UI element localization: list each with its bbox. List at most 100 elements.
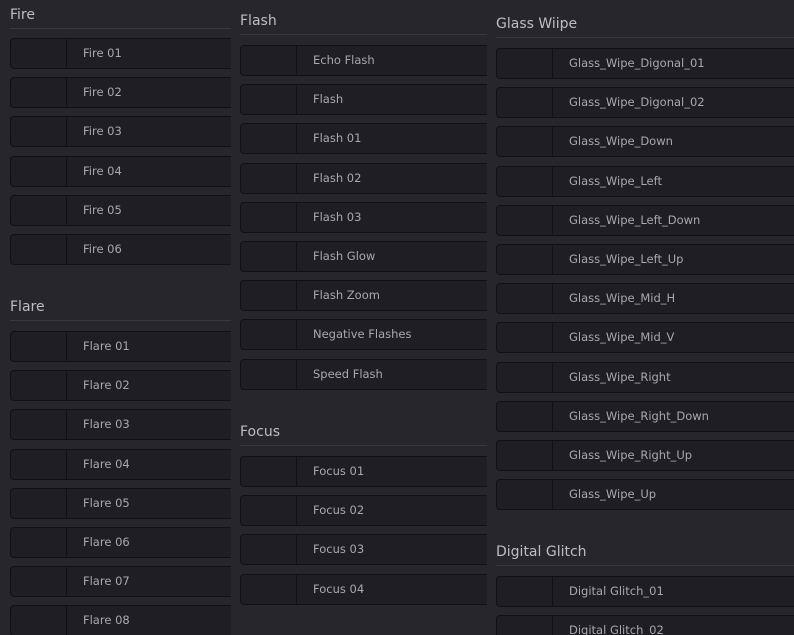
effect-item-focus-04[interactable]: Focus 04 xyxy=(240,574,487,605)
effect-thumbnail xyxy=(497,245,553,274)
effect-label: Fire 03 xyxy=(83,124,122,138)
effect-label: Flare 06 xyxy=(83,535,130,549)
effect-label: Glass_Wipe_Right xyxy=(569,370,671,384)
effect-label: Echo Flash xyxy=(313,53,375,67)
effect-label: Flare 04 xyxy=(83,457,130,471)
effect-thumbnail xyxy=(11,410,67,439)
effect-item-glass-wipe-digonal-02[interactable]: Glass_Wipe_Digonal_02 xyxy=(496,87,794,118)
effect-item-flare-05[interactable]: Flare 05 xyxy=(10,488,231,519)
effect-thumbnail xyxy=(11,196,67,225)
effect-item-fire-01[interactable]: Fire 01 xyxy=(10,38,231,69)
effect-item-speed-flash[interactable]: Speed Flash xyxy=(240,359,487,390)
effect-label: Focus 04 xyxy=(313,582,365,596)
effect-item-glass-wipe-right-down[interactable]: Glass_Wipe_Right_Down xyxy=(496,401,794,432)
effect-item-glass-wipe-mid-v[interactable]: Glass_Wipe_Mid_V xyxy=(496,322,794,353)
effect-item-flare-07[interactable]: Flare 07 xyxy=(10,566,231,597)
effect-thumbnail xyxy=(497,323,553,352)
effect-thumbnail xyxy=(11,371,67,400)
effect-thumbnail xyxy=(11,567,67,596)
section-divider xyxy=(10,28,231,29)
effect-label: Flare 08 xyxy=(83,613,130,627)
effect-item-flare-08[interactable]: Flare 08 xyxy=(10,605,231,635)
effect-item-glass-wipe-right-up[interactable]: Glass_Wipe_Right_Up xyxy=(496,440,794,471)
effect-thumbnail xyxy=(497,206,553,235)
effect-item-flare-01[interactable]: Flare 01 xyxy=(10,331,231,362)
effect-thumbnail xyxy=(11,489,67,518)
effect-item-glass-wipe-left[interactable]: Glass_Wipe_Left xyxy=(496,166,794,197)
effect-label: Focus 02 xyxy=(313,503,365,517)
effect-label: Digital Glitch_02 xyxy=(569,623,664,635)
effect-thumbnail xyxy=(11,117,67,146)
effect-thumbnail xyxy=(241,457,297,486)
section-title-fire: Fire xyxy=(10,7,35,23)
effect-item-flare-06[interactable]: Flare 06 xyxy=(10,527,231,558)
effect-item-glass-wipe-up[interactable]: Glass_Wipe_Up xyxy=(496,479,794,510)
effect-label: Flash Zoom xyxy=(313,288,380,302)
effect-item-fire-05[interactable]: Fire 05 xyxy=(10,195,231,226)
effect-label: Focus 03 xyxy=(313,542,365,556)
effect-item-echo-flash[interactable]: Echo Flash xyxy=(240,45,487,76)
effect-item-flare-03[interactable]: Flare 03 xyxy=(10,409,231,440)
effect-item-focus-01[interactable]: Focus 01 xyxy=(240,456,487,487)
effect-thumbnail xyxy=(11,78,67,107)
effect-thumbnail xyxy=(11,528,67,557)
effect-item-flash-zoom[interactable]: Flash Zoom xyxy=(240,280,487,311)
effect-thumbnail xyxy=(11,157,67,186)
effect-item-flash-glow[interactable]: Flash Glow xyxy=(240,241,487,272)
effect-item-flare-04[interactable]: Flare 04 xyxy=(10,449,231,480)
effect-item-focus-02[interactable]: Focus 02 xyxy=(240,495,487,526)
effect-item-glass-wipe-left-up[interactable]: Glass_Wipe_Left_Up xyxy=(496,244,794,275)
effect-thumbnail xyxy=(241,46,297,75)
effect-label: Fire 02 xyxy=(83,85,122,99)
effect-item-glass-wipe-digonal-01[interactable]: Glass_Wipe_Digonal_01 xyxy=(496,48,794,79)
effect-item-fire-06[interactable]: Fire 06 xyxy=(10,234,231,265)
effect-item-focus-03[interactable]: Focus 03 xyxy=(240,534,487,565)
effect-label: Fire 01 xyxy=(83,46,122,60)
column-3: Glass Wiipe Glass_Wipe_Digonal_01 Glass_Wi… xyxy=(487,0,794,635)
effect-item-digital-glitch-02[interactable]: Digital Glitch_02 xyxy=(496,615,794,635)
effect-item-fire-04[interactable]: Fire 04 xyxy=(10,156,231,187)
effect-label: Speed Flash xyxy=(313,367,383,381)
effect-thumbnail xyxy=(241,164,297,193)
effect-item-negative-flashes[interactable]: Negative Flashes xyxy=(240,319,487,350)
effect-thumbnail xyxy=(11,606,67,635)
effect-label: Glass_Wipe_Left_Up xyxy=(569,252,684,266)
effect-label: Digital Glitch_01 xyxy=(569,584,664,598)
effect-label: Flash 03 xyxy=(313,210,362,224)
effect-label: Flare 01 xyxy=(83,339,130,353)
effect-label: Flash 02 xyxy=(313,171,362,185)
effect-thumbnail xyxy=(241,320,297,349)
effect-item-flash-01[interactable]: Flash 01 xyxy=(240,123,487,154)
effect-item-flare-02[interactable]: Flare 02 xyxy=(10,370,231,401)
effect-thumbnail xyxy=(11,332,67,361)
effect-item-glass-wipe-down[interactable]: Glass_Wipe_Down xyxy=(496,126,794,157)
column-2: Flash Echo Flash Flash Flash 01 Flash 02 Flas… xyxy=(231,0,487,635)
effect-thumbnail xyxy=(241,203,297,232)
effect-label: Flare 05 xyxy=(83,496,130,510)
effect-item-glass-wipe-right[interactable]: Glass_Wipe_Right xyxy=(496,362,794,393)
effect-item-fire-02[interactable]: Fire 02 xyxy=(10,77,231,108)
effect-thumbnail xyxy=(497,402,553,431)
section-divider xyxy=(496,565,794,566)
effect-thumbnail xyxy=(497,88,553,117)
effect-item-flash-03[interactable]: Flash 03 xyxy=(240,202,487,233)
effect-thumbnail xyxy=(497,49,553,78)
effect-item-flash-02[interactable]: Flash 02 xyxy=(240,163,487,194)
effect-thumbnail xyxy=(241,575,297,604)
effect-thumbnail xyxy=(497,167,553,196)
effect-label: Fire 06 xyxy=(83,242,122,256)
effect-thumbnail xyxy=(497,127,553,156)
section-divider xyxy=(240,445,487,446)
effect-thumbnail xyxy=(241,535,297,564)
effect-item-glass-wipe-left-down[interactable]: Glass_Wipe_Left_Down xyxy=(496,205,794,236)
effect-item-digital-glitch-01[interactable]: Digital Glitch_01 xyxy=(496,576,794,607)
effect-item-flash[interactable]: Flash xyxy=(240,84,487,115)
effect-item-glass-wipe-mid-h[interactable]: Glass_Wipe_Mid_H xyxy=(496,283,794,314)
effect-thumbnail xyxy=(497,441,553,470)
effect-label: Flash Glow xyxy=(313,249,376,263)
effect-label: Flash 01 xyxy=(313,131,362,145)
effect-item-fire-03[interactable]: Fire 03 xyxy=(10,116,231,147)
effect-label: Glass_Wipe_Left_Down xyxy=(569,213,701,227)
effect-label: Glass_Wipe_Mid_V xyxy=(569,330,675,344)
effect-thumbnail xyxy=(497,577,553,606)
